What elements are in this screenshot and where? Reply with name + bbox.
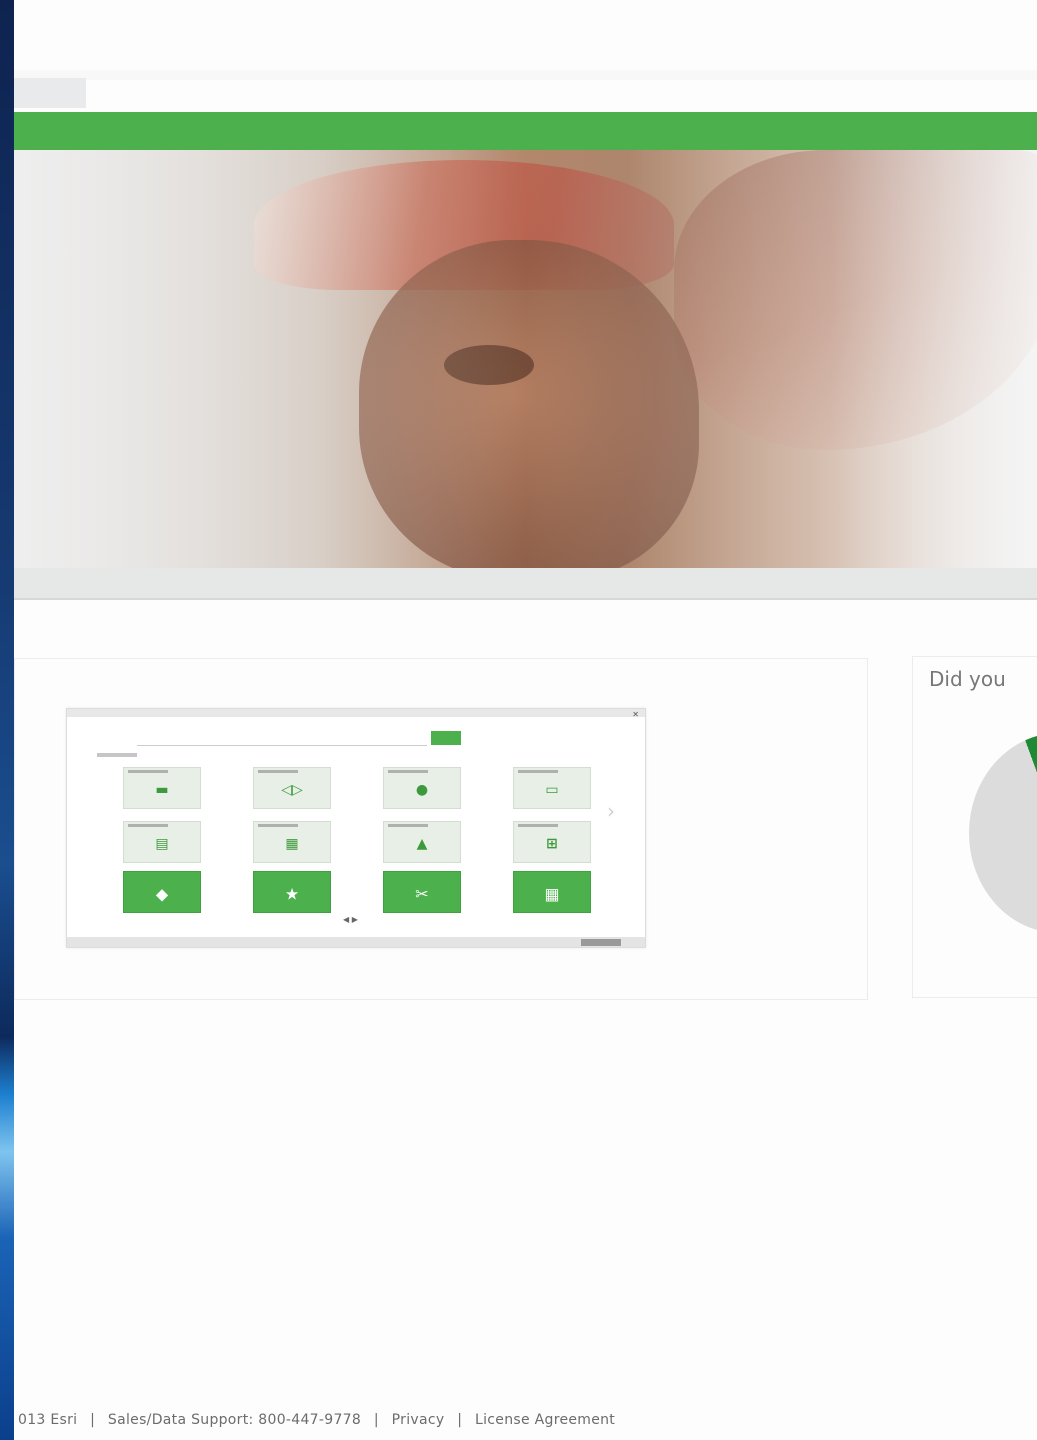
preview-tile-caption: [388, 770, 428, 773]
preview-tile-icon: ▭: [545, 782, 559, 798]
top-bar: [14, 70, 1037, 80]
preview-tile: ▬: [123, 767, 201, 809]
preview-tile-caption: [258, 824, 298, 827]
preview-tile-caption: [258, 770, 298, 773]
pie-chart: [969, 733, 1037, 933]
preview-tile: ▦: [513, 871, 591, 913]
preview-tile-caption: [128, 824, 168, 827]
preview-tile-icon: ✂: [415, 884, 429, 904]
preview-search-button: [431, 731, 461, 745]
footer-support-link[interactable]: Sales/Data Support: 800-447-9778: [108, 1412, 361, 1428]
hero-bottom-bar: [14, 568, 1037, 600]
preview-titlebar: [67, 709, 645, 717]
preview-tile-caption: [388, 824, 428, 827]
green-banner-band: [14, 112, 1037, 150]
did-you-know-panel: Did you: [912, 656, 1037, 998]
preview-close-icon: ✕: [632, 710, 639, 719]
preview-tile-icon: ◆: [155, 884, 169, 904]
top-tab[interactable]: [14, 78, 86, 108]
preview-tile: ▲: [383, 821, 461, 863]
preview-tile-icon: ⊞: [546, 836, 558, 852]
preview-footer-button: [581, 939, 621, 946]
preview-tile: ▭: [513, 767, 591, 809]
preview-search-field: [137, 733, 427, 746]
preview-label: [97, 753, 137, 757]
preview-tile: ◆: [123, 871, 201, 913]
preview-tile-icon: ★: [284, 884, 300, 904]
preview-tile-caption: [518, 824, 558, 827]
preview-next-arrow-icon: ›: [607, 799, 615, 823]
footer-separator: |: [373, 1412, 379, 1428]
panel-title: Did you: [929, 667, 1006, 691]
preview-tile: ▦: [253, 821, 331, 863]
footer-copyright: 013 Esri: [18, 1412, 78, 1428]
preview-tile: ▤: [123, 821, 201, 863]
preview-tile: ★: [253, 871, 331, 913]
preview-tile: ◁▷: [253, 767, 331, 809]
app-preview-thumbnail[interactable]: ✕ ▬ ◁▷ ● ▭ ▤ ▦ ▲ ⊞ ◆ ★ ✂ ▦ › ◀ ▶: [66, 708, 646, 948]
preview-tile: ⊞: [513, 821, 591, 863]
preview-pager: ◀ ▶: [343, 915, 358, 924]
footer-privacy-link[interactable]: Privacy: [392, 1412, 445, 1428]
footer-separator: |: [457, 1412, 463, 1428]
hero-image: [14, 150, 1037, 568]
footer: 013 Esri | Sales/Data Support: 800-447-9…: [14, 1412, 619, 1428]
preview-tile-caption: [518, 770, 558, 773]
preview-tile-icon: ▲: [416, 836, 428, 852]
footer-license-link[interactable]: License Agreement: [475, 1412, 615, 1428]
hero-fade-overlay: [14, 150, 1037, 568]
left-blue-strip: [0, 0, 14, 1440]
preview-tile-icon: ▦: [285, 836, 299, 852]
footer-separator: |: [90, 1412, 96, 1428]
preview-tile-icon: ◁▷: [281, 782, 303, 798]
preview-tile-icon: ●: [415, 782, 429, 798]
preview-tile-caption: [128, 770, 168, 773]
preview-footer-bar: [67, 937, 645, 947]
preview-tile-icon: ▬: [155, 782, 169, 798]
preview-tile-icon: ▦: [544, 884, 560, 904]
preview-tile: ✂: [383, 871, 461, 913]
preview-tile-icon: ▤: [155, 836, 169, 852]
preview-tile: ●: [383, 767, 461, 809]
